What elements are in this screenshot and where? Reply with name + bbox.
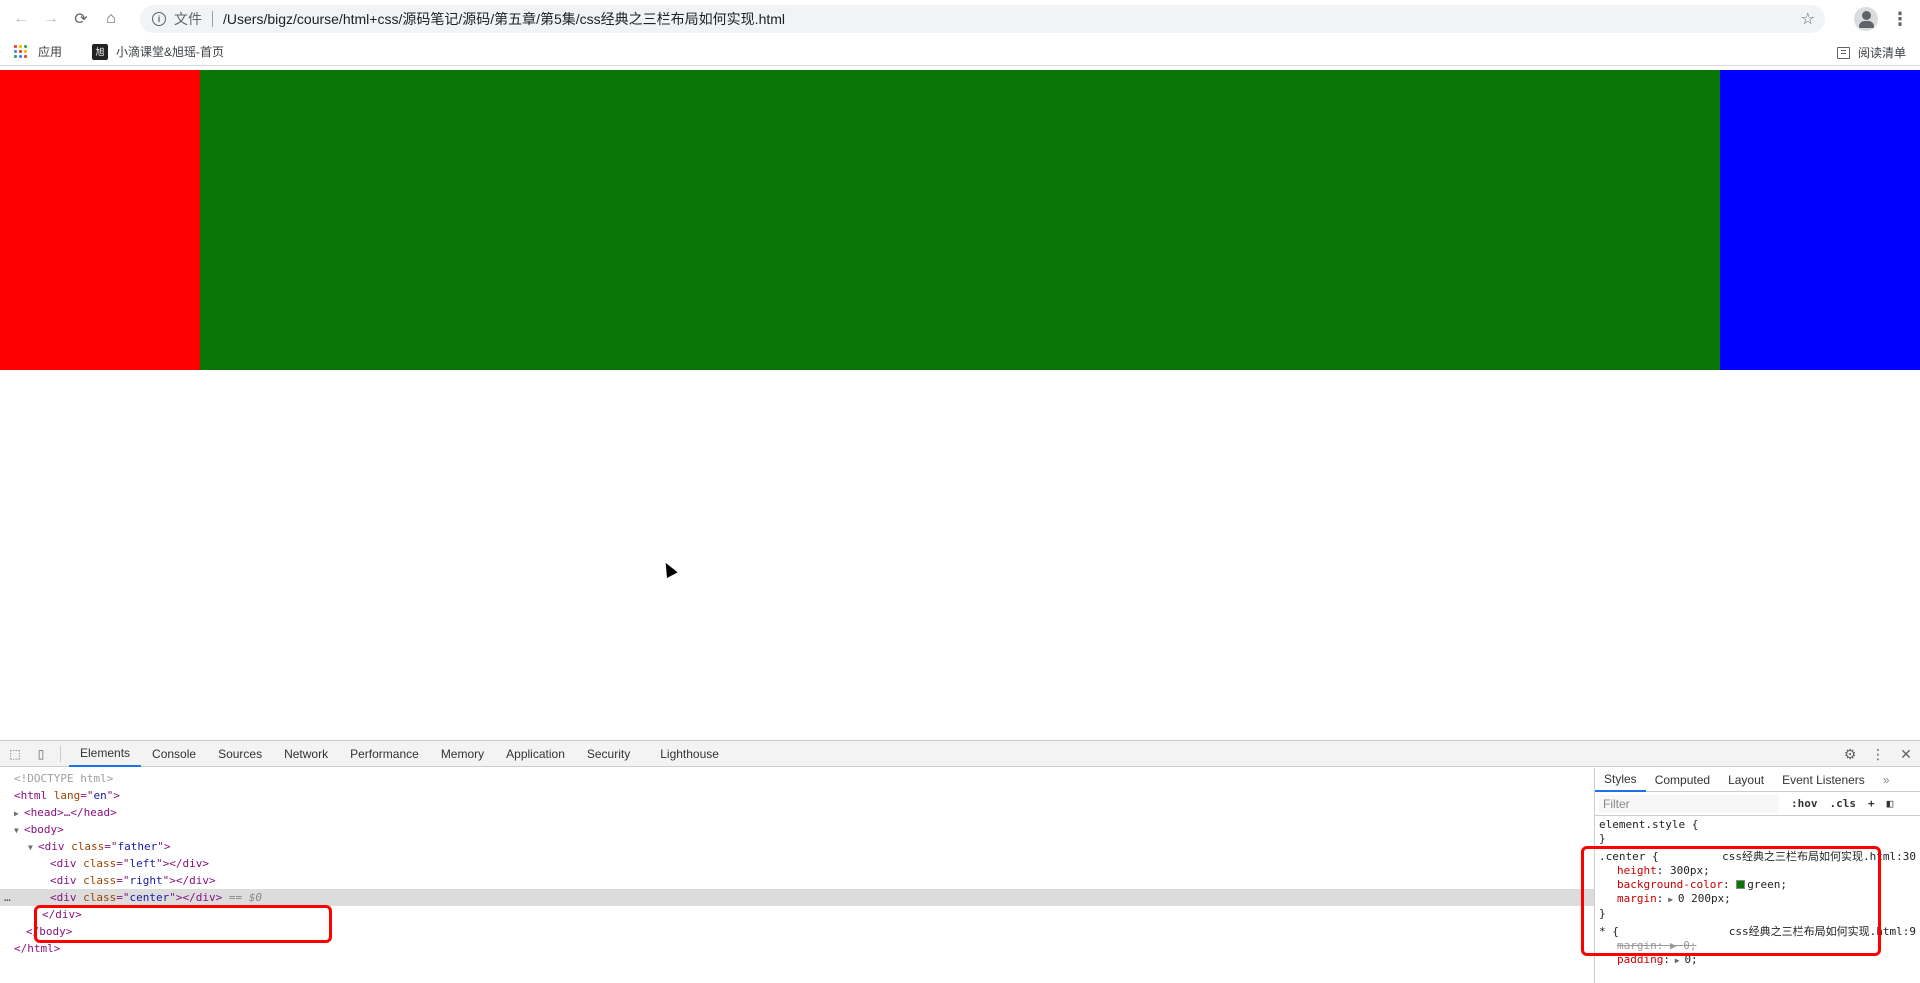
cls-button[interactable]: .cls	[1830, 797, 1857, 810]
styles-pane: Styles Computed Layout Event Listeners »…	[1581, 768, 1920, 983]
reload-icon[interactable]: ⟳	[66, 4, 96, 34]
devtools-menu-icon[interactable]: ⋮	[1864, 746, 1892, 763]
devtools-settings-icon[interactable]: ⚙	[1836, 746, 1864, 763]
tab-security[interactable]: Security	[576, 741, 641, 767]
tab-console[interactable]: Console	[141, 741, 207, 767]
tab-performance[interactable]: Performance	[339, 741, 430, 767]
url-text[interactable]: /Users/bigz/course/html+css/源码笔记/源码/第五章/…	[223, 9, 785, 29]
tab-network[interactable]: Network	[273, 741, 339, 767]
rule-element-style[interactable]: element.style { }	[1595, 816, 1920, 848]
right-column	[1720, 70, 1920, 370]
mouse-cursor-icon	[660, 560, 678, 578]
browser-toolbar: ← → ⟳ ⌂ i 文件 /Users/bigz/course/html+css…	[0, 0, 1920, 38]
device-toolbar-icon[interactable]: ▯	[30, 743, 52, 765]
styles-filter-row: Filter :hov .cls + ◧	[1595, 792, 1920, 816]
collapse-body-icon[interactable]: ▼	[14, 822, 24, 839]
elements-tree: <!DOCTYPE html> <html lang="en"> ▶ <head>…	[0, 768, 1595, 983]
toggle-sidebar-icon[interactable]: ◧	[1887, 797, 1894, 810]
omnibox-separator	[212, 11, 213, 27]
dom-div-left[interactable]: <div class="left"></div>	[0, 855, 1594, 872]
reading-list-icon	[1836, 46, 1850, 59]
center-column	[200, 70, 1720, 370]
home-icon[interactable]: ⌂	[96, 4, 126, 34]
tab-lighthouse[interactable]: Lighthouse	[649, 741, 730, 767]
apps-grid-icon	[14, 44, 28, 59]
more-tabs-icon[interactable]: »	[1874, 768, 1899, 792]
dom-div-right[interactable]: <div class="right"></div>	[0, 872, 1594, 889]
reading-list-label: 阅读清单	[1857, 46, 1906, 60]
bookmarks-bar: 应用 旭 小滴课堂&旭瑶-首页 阅读清单	[0, 38, 1920, 66]
profile-avatar-icon[interactable]	[1854, 7, 1878, 31]
bookmark-apps[interactable]: 应用	[14, 43, 62, 60]
tab-layout[interactable]: Layout	[1719, 768, 1773, 792]
tab-sources[interactable]: Sources	[207, 741, 273, 767]
hov-button[interactable]: :hov	[1791, 797, 1818, 810]
tab-memory[interactable]: Memory	[430, 741, 495, 767]
bookmark-site-label: 小滴课堂&旭瑶-首页	[116, 45, 225, 59]
back-icon[interactable]: ←	[6, 4, 36, 34]
devtools-tab-bar: ⬚ ▯ Elements Console Sources Network Per…	[0, 741, 1920, 767]
tab-elements[interactable]: Elements	[69, 741, 142, 767]
annotation-box-center-rule	[1581, 846, 1881, 956]
page-viewport	[0, 70, 1920, 740]
expand-head-icon[interactable]: ▶	[14, 805, 24, 822]
forward-icon[interactable]: →	[36, 4, 66, 34]
tab-event-listeners[interactable]: Event Listeners	[1773, 768, 1874, 792]
bookmark-star-icon[interactable]: ☆	[1801, 9, 1815, 29]
dom-html-open[interactable]: <html lang="en">	[0, 787, 1594, 804]
new-rule-icon[interactable]: +	[1868, 797, 1875, 810]
site-logo-icon: 旭	[92, 43, 109, 60]
browser-menu-icon[interactable]: ⋮	[1890, 5, 1910, 33]
dom-div-center[interactable]: … <div class="center"></div> == $0	[0, 889, 1594, 906]
annotation-box-center-node	[34, 905, 332, 943]
dom-div-father[interactable]: ▼ <div class="father">	[0, 838, 1594, 855]
protocol-label: 文件	[174, 11, 202, 27]
bookmark-site[interactable]: 旭 小滴课堂&旭瑶-首页	[76, 43, 224, 60]
collapse-father-icon[interactable]: ▼	[28, 839, 38, 856]
tab-computed[interactable]: Computed	[1646, 768, 1719, 792]
devtools-close-icon[interactable]: ✕	[1892, 746, 1920, 763]
tab-application[interactable]: Application	[495, 741, 576, 767]
dom-body[interactable]: ▼ <body>	[0, 821, 1594, 838]
info-icon[interactable]: i	[152, 12, 166, 26]
styles-filter-input[interactable]: Filter	[1599, 794, 1779, 813]
styles-tab-bar: Styles Computed Layout Event Listeners »	[1595, 768, 1920, 792]
dom-head[interactable]: ▶ <head>…</head>	[0, 804, 1594, 821]
tab-styles[interactable]: Styles	[1595, 768, 1646, 792]
selected-marker: == $0	[228, 891, 262, 904]
left-column	[0, 70, 200, 370]
address-bar[interactable]: i 文件 /Users/bigz/course/html+css/源码笔记/源码…	[140, 5, 1825, 33]
bookmark-apps-label: 应用	[38, 45, 63, 59]
dom-doctype[interactable]: <!DOCTYPE html>	[0, 770, 1594, 787]
devtools-panel: ⬚ ▯ Elements Console Sources Network Per…	[0, 740, 1920, 983]
inspect-element-icon[interactable]: ⬚	[4, 743, 26, 765]
reading-list-button[interactable]: 阅读清单	[1836, 44, 1906, 61]
